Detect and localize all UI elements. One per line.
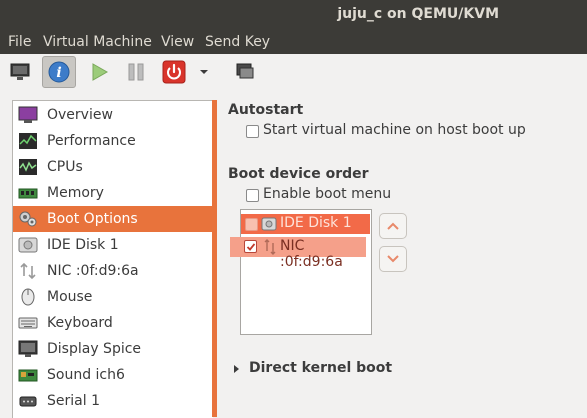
fullscreen-button[interactable] xyxy=(230,58,260,86)
direct-kernel-title: Direct kernel boot xyxy=(249,360,393,376)
autostart-label: Start virtual machine on host boot up xyxy=(263,122,526,138)
svg-text:i: i xyxy=(56,65,61,81)
sidebar-item-sound[interactable]: Sound ich6 xyxy=(13,362,213,388)
sidebar-item-performance[interactable]: Performance xyxy=(13,128,213,154)
monitor-icon xyxy=(10,63,30,80)
boot-device-label: NIC :0f:d9:6a xyxy=(280,238,343,270)
sidebar-item-label: Sound ich6 xyxy=(47,367,125,383)
menu-view[interactable]: View xyxy=(161,34,194,50)
sidebar-item-overview[interactable]: Overview xyxy=(13,102,213,128)
expander-arrow-icon xyxy=(234,365,239,373)
sidebar-item-cpus[interactable]: CPUs xyxy=(13,154,213,180)
serial-icon xyxy=(17,391,39,411)
enable-boot-menu-checkbox[interactable] xyxy=(246,189,259,202)
move-up-button[interactable] xyxy=(379,213,407,239)
network-icon xyxy=(263,239,277,259)
sidebar-item-serial[interactable]: Serial 1 xyxy=(13,388,213,414)
boot-options-icon xyxy=(17,209,39,229)
sidebar-item-label: Performance xyxy=(47,133,136,149)
disk-icon xyxy=(261,216,277,236)
pane-divider[interactable] xyxy=(212,100,217,417)
list-item[interactable]: IDE Disk 1 xyxy=(241,214,370,234)
title-bar: juju_c on QEMU/KVM xyxy=(0,0,587,30)
sidebar-item-nic[interactable]: NIC :0f:d9:6a xyxy=(13,258,213,284)
sidebar-item-ide-disk[interactable]: IDE Disk 1 xyxy=(13,232,213,258)
run-button[interactable] xyxy=(84,58,114,86)
pause-button[interactable] xyxy=(121,58,151,86)
boot-device-label: IDE Disk 1 xyxy=(280,215,352,231)
sidebar-item-mouse[interactable]: Mouse xyxy=(13,284,213,310)
display-icon xyxy=(17,339,39,359)
mouse-icon xyxy=(17,287,39,307)
autostart-checkbox[interactable] xyxy=(246,125,259,138)
sidebar-item-label: Mouse xyxy=(47,289,93,305)
keyboard-icon xyxy=(17,313,39,333)
power-icon xyxy=(162,60,186,84)
menu-file[interactable]: File xyxy=(8,34,31,50)
boot-order-title: Boot device order xyxy=(228,166,369,182)
list-item[interactable]: NIC :0f:d9:6a xyxy=(230,237,366,270)
sidebar-item-display[interactable]: Display Spice xyxy=(13,336,213,362)
play-icon xyxy=(92,63,109,81)
sidebar-item-label: Memory xyxy=(47,185,104,201)
shutdown-button[interactable] xyxy=(159,58,189,86)
autostart-title: Autostart xyxy=(228,102,304,118)
console-button[interactable] xyxy=(5,58,35,86)
sidebar-item-label: IDE Disk 1 xyxy=(47,237,119,253)
move-down-button[interactable] xyxy=(379,246,407,272)
memory-icon xyxy=(17,183,39,203)
sound-icon xyxy=(17,365,39,385)
sidebar-item-label: Overview xyxy=(47,107,113,123)
sidebar-item-label: NIC :0f:d9:6a xyxy=(47,263,139,279)
boot-device-checkbox[interactable] xyxy=(244,240,257,253)
sidebar-item-label: Boot Options xyxy=(47,211,138,227)
menu-virtual-machine[interactable]: Virtual Machine xyxy=(43,34,152,50)
sidebar-item-memory[interactable]: Memory xyxy=(13,180,213,206)
sidebar-item-label: Keyboard xyxy=(47,315,113,331)
boot-device-checkbox[interactable] xyxy=(245,218,258,231)
pause-icon xyxy=(128,63,144,81)
menu-send-key[interactable]: Send Key xyxy=(205,34,270,50)
enable-boot-menu-label: Enable boot menu xyxy=(263,186,392,202)
toolbar: i xyxy=(0,54,587,90)
network-icon xyxy=(17,261,39,281)
hardware-list: Overview Performance CPUs Memory Boot Op… xyxy=(12,100,213,418)
chevron-up-icon xyxy=(387,222,399,230)
sidebar-item-label: Serial 1 xyxy=(47,393,100,409)
details-button[interactable]: i xyxy=(42,56,76,88)
dropdown-arrow-icon xyxy=(200,70,208,74)
menu-bar: File Virtual Machine View Send Key xyxy=(0,30,587,54)
window-title: juju_c on QEMU/KVM xyxy=(337,6,499,22)
sidebar-item-label: Display Spice xyxy=(47,341,142,357)
sidebar-item-keyboard[interactable]: Keyboard xyxy=(13,310,213,336)
performance-icon xyxy=(17,131,39,151)
boot-device-list[interactable]: IDE Disk 1 xyxy=(240,209,372,335)
screenshot-icon xyxy=(236,63,254,79)
cpu-icon xyxy=(17,157,39,177)
sidebar-item-boot-options[interactable]: Boot Options xyxy=(13,206,213,232)
info-icon: i xyxy=(48,61,70,83)
overview-icon xyxy=(17,105,39,125)
disk-icon xyxy=(17,235,39,255)
sidebar-item-label: CPUs xyxy=(47,159,83,175)
shutdown-menu-button[interactable] xyxy=(194,58,214,86)
chevron-down-icon xyxy=(387,255,399,263)
